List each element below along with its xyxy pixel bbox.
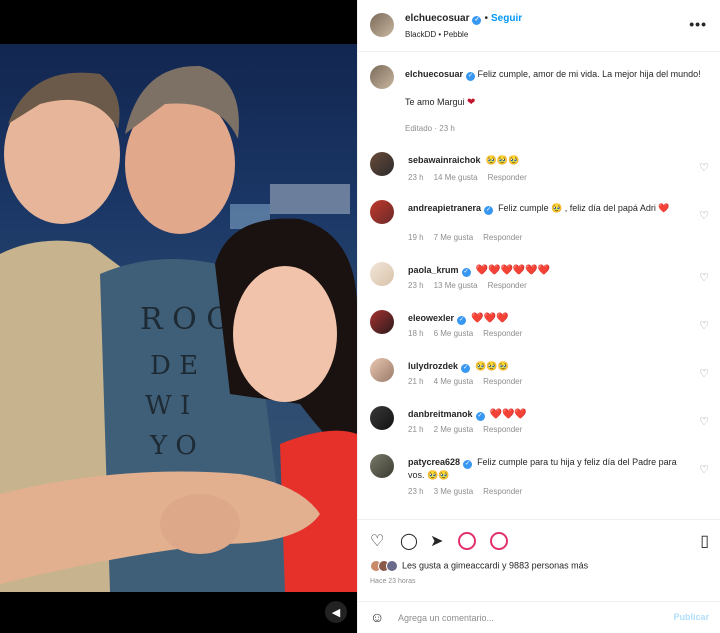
post-photo[interactable]: R O C D E W I Y O xyxy=(0,44,357,592)
comment-text: ❤️❤️❤️ xyxy=(471,313,509,324)
comment-username[interactable]: paola_krum xyxy=(408,265,459,275)
avatar[interactable] xyxy=(370,262,394,286)
svg-text:D E: D E xyxy=(150,351,198,381)
publish-button[interactable]: Publicar xyxy=(673,612,709,622)
heart-icon[interactable]: ♡ xyxy=(699,463,709,476)
svg-text:Y O: Y O xyxy=(149,431,197,461)
emoji-icon[interactable]: ☺ xyxy=(370,609,384,625)
comment-meta: 19 h7 Me gusta Responder xyxy=(408,233,523,242)
comment-item: lulydrozdek ✓ 🥹🥹🥹 21 h4 Me gusta Responder… xyxy=(358,355,720,401)
comment-item: danbreitmanok ✓ ❤️❤️❤️ 21 h2 Me gusta Resp… xyxy=(358,403,720,449)
comment-item: eleowexler ✓ ❤️❤️❤️ 18 h6 Me gusta Respond… xyxy=(358,307,720,353)
heart-icon[interactable]: ♡ xyxy=(370,531,384,551)
verified-icon: ✓ xyxy=(466,72,476,81)
comment-text: 🥹🥹🥹 xyxy=(475,361,509,371)
likes-text: Les gusta a gimeaccardi y 9883 personas … xyxy=(402,560,589,571)
caption-text: elchuecosuar ✓ Feliz cumple, amor de mi v… xyxy=(405,67,705,110)
comment-username[interactable]: sebawainraichok xyxy=(408,155,481,165)
comment-meta: 21 h2 Me gusta Responder xyxy=(408,425,523,434)
reply-button[interactable]: Responder xyxy=(488,173,527,182)
comment-meta: 23 h 13 Me gusta Responder xyxy=(408,281,527,290)
comment-text: Feliz cumple 🥹 , feliz día del papá Adri… xyxy=(498,203,670,213)
comment-username[interactable]: lulydrozdek xyxy=(408,361,458,371)
post-time: Hace 23 horas xyxy=(370,578,416,585)
comment-meta: 21 h4 Me gusta Responder xyxy=(408,377,523,386)
comments-list[interactable]: sebawainraichok 🥹🥹🥹 23 h 14 Me gusta Respo… xyxy=(358,145,720,519)
avatar[interactable] xyxy=(370,358,394,382)
heart-icon[interactable]: ♡ xyxy=(699,415,709,428)
heart-emoji: ❤ xyxy=(467,97,476,108)
comment-meta: 18 h6 Me gusta Responder xyxy=(408,329,523,338)
svg-text:W I: W I xyxy=(145,391,190,421)
verified-icon: ✓ xyxy=(457,316,467,325)
story-icon[interactable] xyxy=(490,532,508,550)
post-header: elchuecosuar ✓ • Seguir BlackDD • Pebble ••… xyxy=(358,0,720,52)
heart-icon[interactable]: ♡ xyxy=(699,161,709,174)
action-bar: ♡ ◯ ➤ ▯ xyxy=(358,519,720,559)
post-media: R O C D E W I Y O ◀︎ xyxy=(0,0,357,633)
avatar[interactable] xyxy=(370,200,394,224)
comment-username[interactable]: patycrea628 xyxy=(408,457,460,467)
caption-meta: Editado · 23 h xyxy=(405,124,455,133)
comment-composer: ☺ Publicar xyxy=(358,601,720,633)
avatar[interactable] xyxy=(370,310,394,334)
verified-icon: ✓ xyxy=(472,16,482,25)
comment-item: paola_krum ✓ ❤️❤️❤️❤️❤️❤️ 23 h 13 Me gusta… xyxy=(358,259,720,305)
author-username[interactable]: elchuecosuar xyxy=(405,13,469,24)
verified-icon: ✓ xyxy=(484,206,494,215)
reply-button[interactable]: Responder xyxy=(483,487,522,496)
story-icon[interactable] xyxy=(458,532,476,550)
comment-username[interactable]: eleowexler xyxy=(408,313,454,323)
comment-item: sebawainraichok 🥹🥹🥹 23 h 14 Me gusta Respo… xyxy=(358,149,720,195)
verified-icon: ✓ xyxy=(461,364,471,373)
heart-icon[interactable]: ♡ xyxy=(699,209,709,222)
comment-item: patycrea628 ✓ Feliz cumple para tu hija y… xyxy=(358,451,720,497)
caption-line-1: Feliz cumple, amor de mi vida. La mejor … xyxy=(477,69,701,79)
likes-avatars xyxy=(370,560,398,572)
reply-button[interactable]: Responder xyxy=(483,329,522,338)
avatar[interactable] xyxy=(370,152,394,176)
comment-icon[interactable]: ◯ xyxy=(400,531,418,551)
heart-icon[interactable]: ♡ xyxy=(699,319,709,332)
comment-text: ❤️❤️❤️❤️❤️❤️ xyxy=(475,265,551,276)
photo-illustration: R O C D E W I Y O xyxy=(0,65,357,592)
comment-username[interactable]: andreapietranera xyxy=(408,203,481,213)
post-panel: elchuecosuar ✓ • Seguir BlackDD • Pebble ••… xyxy=(357,0,720,633)
comment-meta: 23 h 14 Me gusta Responder xyxy=(408,173,527,182)
comment-meta: 23 h3 Me gusta Responder xyxy=(408,487,523,496)
bookmark-icon[interactable]: ▯ xyxy=(700,531,709,551)
avatar[interactable] xyxy=(370,454,394,478)
heart-icon[interactable]: ♡ xyxy=(699,271,709,284)
svg-text:R O C: R O C xyxy=(140,302,229,337)
avatar[interactable] xyxy=(370,406,394,430)
dot-separator: • xyxy=(484,13,488,24)
caption-username[interactable]: elchuecosuar xyxy=(405,69,463,79)
likes-summary[interactable]: Les gusta a gimeaccardi y 9883 personas … xyxy=(370,560,588,572)
reply-button[interactable]: Responder xyxy=(483,377,522,386)
comment-text: ❤️❤️❤️ xyxy=(489,409,527,420)
mute-icon[interactable]: ◀︎ xyxy=(325,601,347,623)
comment-input[interactable] xyxy=(398,610,658,626)
avatar[interactable] xyxy=(370,13,394,37)
caption-line-2: Te amo Margui xyxy=(405,97,465,107)
comment-text: 🥹🥹🥹 xyxy=(485,155,520,165)
more-options-icon[interactable]: ••• xyxy=(689,16,707,32)
heart-icon[interactable]: ♡ xyxy=(699,367,709,380)
verified-icon: ✓ xyxy=(475,412,485,421)
reply-button[interactable]: Responder xyxy=(483,233,522,242)
avatar[interactable] xyxy=(370,65,394,89)
post-author: elchuecosuar ✓ • Seguir xyxy=(405,13,522,25)
verified-icon: ✓ xyxy=(461,268,471,277)
comment-item: andreapietranera ✓ Feliz cumple 🥹 , feliz… xyxy=(358,197,720,243)
reply-button[interactable]: Responder xyxy=(488,281,527,290)
comment-username[interactable]: danbreitmanok xyxy=(408,409,473,419)
follow-button[interactable]: Seguir xyxy=(491,13,522,24)
verified-icon: ✓ xyxy=(463,460,473,469)
share-icon[interactable]: ➤ xyxy=(430,531,443,551)
audio-subtitle[interactable]: BlackDD • Pebble xyxy=(405,30,468,39)
reply-button[interactable]: Responder xyxy=(483,425,522,434)
